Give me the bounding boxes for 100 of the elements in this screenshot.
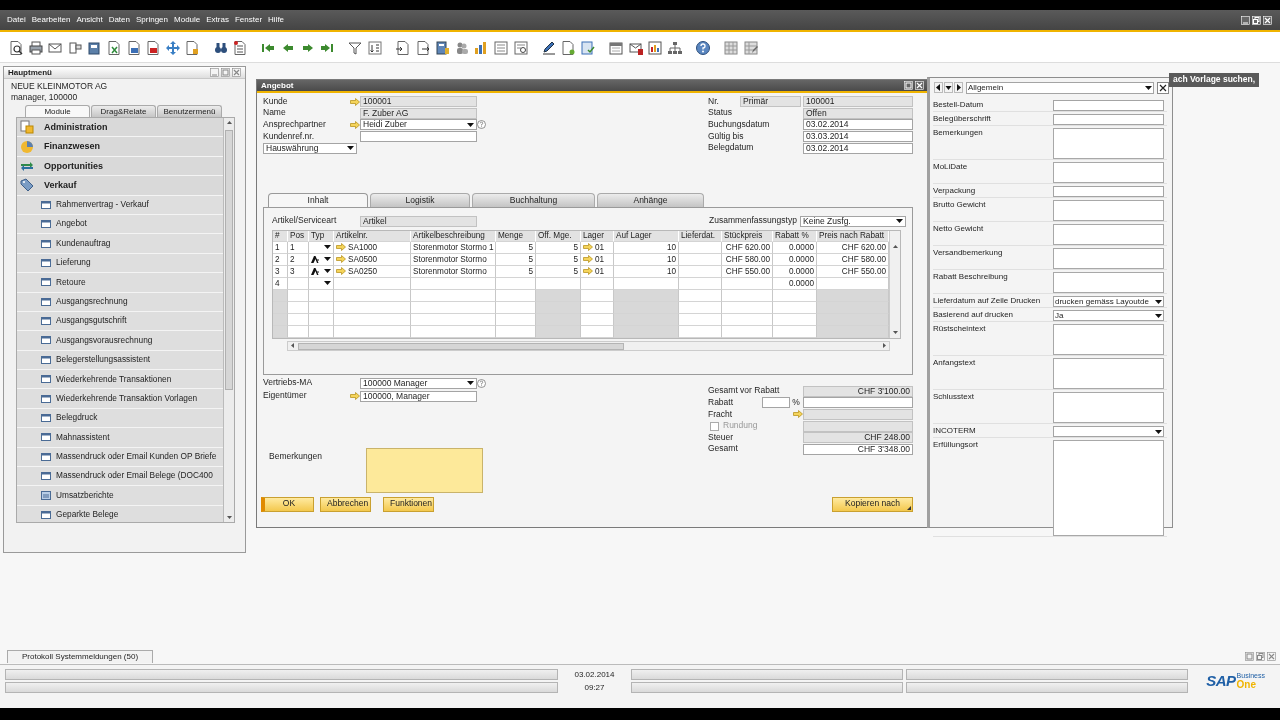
envelope-icon[interactable] bbox=[47, 40, 64, 56]
button[interactable]: Abbrechen bbox=[320, 496, 371, 512]
button[interactable]: Funktionen bbox=[383, 496, 434, 512]
dropdown-field[interactable]: drucken gemäss Layoutde bbox=[1053, 296, 1164, 307]
info-icon[interactable] bbox=[477, 120, 486, 130]
restore-icon[interactable] bbox=[1256, 652, 1265, 661]
input-field[interactable] bbox=[360, 131, 477, 143]
scroll-down-icon[interactable] bbox=[226, 516, 232, 519]
column-header[interactable]: Menge bbox=[498, 231, 524, 241]
menu-item[interactable]: Daten bbox=[108, 15, 130, 25]
column-header[interactable]: # bbox=[275, 231, 280, 241]
text-document-icon[interactable] bbox=[125, 40, 142, 56]
menu-item[interactable]: Retoure bbox=[17, 273, 223, 293]
scrollbar-thumb[interactable] bbox=[298, 342, 624, 350]
input-field[interactable] bbox=[803, 420, 913, 432]
fax-icon[interactable] bbox=[86, 40, 103, 56]
grid-edit-icon[interactable] bbox=[742, 40, 759, 56]
input-field[interactable] bbox=[803, 408, 913, 420]
help-icon[interactable] bbox=[695, 40, 712, 56]
input-field[interactable]: CHF 3'348.00 bbox=[803, 443, 913, 455]
filter-icon[interactable] bbox=[347, 40, 364, 56]
page-gear-icon[interactable] bbox=[560, 40, 577, 56]
input-field[interactable]: 100001 bbox=[360, 96, 477, 107]
tab[interactable]: Anhänge bbox=[597, 192, 704, 207]
menu-item[interactable]: Umsatzberichte bbox=[17, 486, 223, 506]
scroll-right-icon[interactable] bbox=[883, 343, 886, 349]
pencil-icon[interactable] bbox=[540, 40, 557, 56]
column-header[interactable]: Rabatt % bbox=[775, 231, 809, 241]
menu-item[interactable]: Mahnassistent bbox=[17, 428, 223, 448]
tab[interactable]: Module bbox=[25, 105, 90, 117]
link-arrow-icon[interactable] bbox=[350, 392, 360, 401]
column-header[interactable]: Preis nach Rabatt bbox=[819, 231, 885, 241]
menu-item[interactable]: Module bbox=[174, 15, 201, 25]
menu-item[interactable]: Belegdruck bbox=[17, 408, 223, 429]
input-field[interactable]: CHF 3'100.00 bbox=[803, 385, 913, 397]
column-header[interactable]: Artikelbeschreibung bbox=[413, 231, 485, 241]
calculator-icon[interactable] bbox=[434, 40, 451, 56]
type-dropdown[interactable] bbox=[311, 267, 331, 275]
phone-icon[interactable] bbox=[66, 40, 83, 56]
menu-item[interactable]: Massendruck oder Email Kunden OP Briefe bbox=[17, 447, 223, 468]
dropdown-field[interactable]: Keine Zusfg. bbox=[800, 215, 906, 227]
menu-item[interactable]: Ausgangsvorausrechnung bbox=[17, 331, 223, 351]
text-area[interactable] bbox=[1053, 224, 1164, 245]
move-arrows-icon[interactable] bbox=[164, 40, 181, 56]
input-field[interactable]: Offen bbox=[803, 107, 913, 119]
scroll-up-icon[interactable] bbox=[892, 244, 898, 248]
remarks-field[interactable] bbox=[366, 447, 483, 493]
input-field[interactable]: 100000, Manager bbox=[360, 390, 477, 402]
input-field[interactable] bbox=[1053, 186, 1164, 197]
module-item[interactable]: Verkauf bbox=[17, 176, 223, 196]
menu-item[interactable]: Angebot bbox=[17, 214, 223, 235]
input-field[interactable] bbox=[1053, 100, 1164, 111]
menu-item[interactable]: Rahmenvertrag - Verkauf bbox=[17, 195, 223, 215]
pdf-icon[interactable] bbox=[145, 40, 162, 56]
menu-item[interactable]: Belegerstellungsassistent bbox=[17, 350, 223, 371]
column-header[interactable]: Lager bbox=[583, 231, 604, 241]
report-icon[interactable] bbox=[647, 40, 664, 56]
module-item[interactable]: Opportunities bbox=[17, 156, 223, 177]
menu-item[interactable]: Ausgangsrechnung bbox=[17, 292, 223, 312]
text-area[interactable] bbox=[1053, 272, 1164, 293]
menu-item[interactable]: Fenster bbox=[234, 15, 263, 25]
link-arrow-icon[interactable] bbox=[350, 120, 360, 129]
copy-page-icon[interactable] bbox=[395, 40, 412, 56]
text-area[interactable] bbox=[1053, 392, 1164, 423]
tab[interactable]: Buchhaltung bbox=[472, 192, 595, 207]
text-area[interactable] bbox=[1053, 358, 1164, 389]
text-area[interactable] bbox=[1053, 162, 1164, 183]
menu-item[interactable]: Massendruck oder Email Belege (DOC400 bbox=[17, 467, 223, 487]
tab[interactable]: Inhalt bbox=[268, 192, 368, 207]
scroll-left-icon[interactable] bbox=[291, 343, 294, 349]
dropdown-field[interactable]: Hauswährung bbox=[263, 142, 357, 154]
menu-item[interactable]: Hilfe bbox=[268, 15, 285, 25]
menu-item[interactable]: Kundenauftrag bbox=[17, 234, 223, 254]
input-field[interactable] bbox=[762, 397, 790, 409]
binoculars-icon[interactable] bbox=[212, 40, 229, 56]
column-header[interactable]: Artikelnr. bbox=[336, 231, 368, 241]
tab[interactable]: Drag&Relate bbox=[91, 105, 156, 117]
preview-icon[interactable] bbox=[8, 40, 24, 56]
grid-icon[interactable] bbox=[723, 40, 740, 56]
spreadsheet-icon[interactable] bbox=[105, 40, 122, 56]
tab[interactable]: Logistik bbox=[370, 192, 470, 207]
button[interactable]: Kopieren nach bbox=[832, 496, 913, 512]
scrollbar[interactable] bbox=[889, 230, 900, 338]
close-icon[interactable] bbox=[1157, 81, 1169, 94]
input-field[interactable] bbox=[803, 397, 913, 409]
input-field[interactable]: 03.02.2014 bbox=[803, 142, 913, 154]
mail-icon[interactable] bbox=[627, 40, 644, 56]
input-field[interactable] bbox=[1053, 114, 1164, 125]
menu-item[interactable]: Extras bbox=[206, 15, 229, 25]
calendar-icon[interactable] bbox=[608, 40, 625, 56]
form-search-icon[interactable] bbox=[512, 40, 529, 56]
lock-page-icon[interactable] bbox=[184, 40, 201, 56]
dropdown-field[interactable]: Heidi Zuber bbox=[360, 119, 477, 131]
checklist-icon[interactable] bbox=[580, 40, 596, 56]
input-field[interactable]: Artikel bbox=[360, 215, 477, 227]
scrollbar[interactable] bbox=[223, 118, 234, 522]
caret-icon[interactable] bbox=[944, 82, 953, 93]
scroll-down-icon[interactable] bbox=[892, 330, 898, 334]
link-arrow-icon[interactable] bbox=[350, 97, 360, 106]
input-field[interactable]: CHF 248.00 bbox=[803, 432, 913, 444]
